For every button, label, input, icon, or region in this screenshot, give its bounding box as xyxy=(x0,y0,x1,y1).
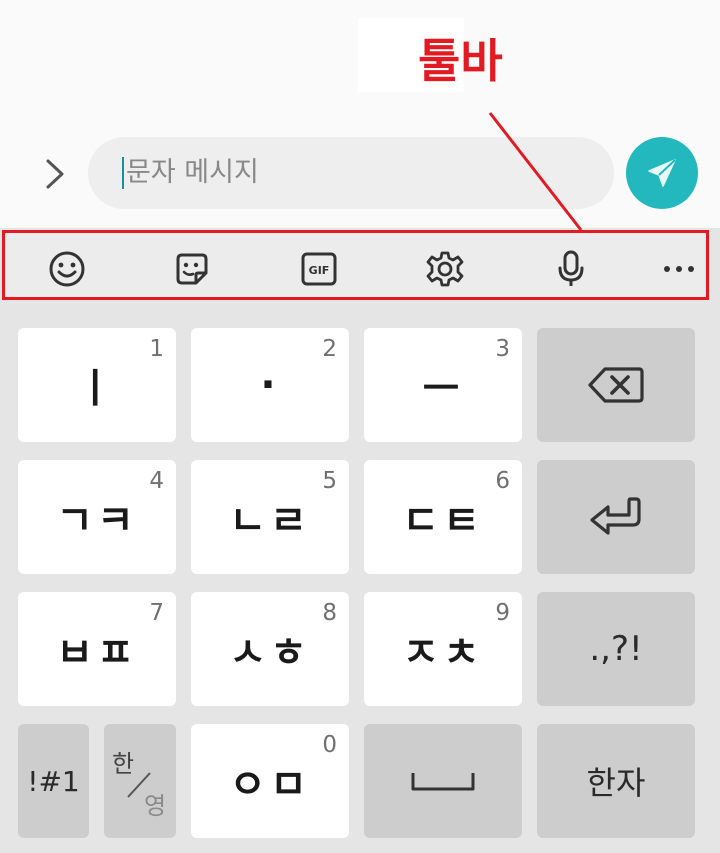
key-vowel-i[interactable]: ㅣ 1 xyxy=(18,328,176,442)
key-label: ㅂㅍ xyxy=(56,630,138,676)
text-caret xyxy=(122,157,124,189)
smiley-icon[interactable] xyxy=(47,249,87,289)
backspace-icon xyxy=(588,367,644,403)
key-label: .,?! xyxy=(589,629,643,669)
backspace-key[interactable] xyxy=(537,328,695,442)
key-number: 8 xyxy=(322,600,337,626)
key-number: 5 xyxy=(322,468,337,494)
language-switch-key[interactable]: 한 영 xyxy=(104,724,176,838)
key-consonant-g-k[interactable]: ㄱㅋ 4 xyxy=(18,460,176,574)
key-consonant-s-h[interactable]: ㅅㅎ 8 xyxy=(191,592,349,706)
space-key[interactable] xyxy=(364,724,522,838)
enter-icon xyxy=(590,497,641,535)
hanja-key[interactable]: 한자 xyxy=(537,724,695,838)
key-label: ㅅㅎ xyxy=(229,630,311,676)
language-secondary-label: 영 xyxy=(144,792,167,820)
key-label: ㅈㅊ xyxy=(402,630,484,676)
key-consonant-b-p[interactable]: ㅂㅍ 7 xyxy=(18,592,176,706)
send-button[interactable] xyxy=(626,137,698,209)
gear-icon[interactable] xyxy=(425,249,465,289)
microphone-icon[interactable] xyxy=(551,249,591,289)
key-consonant-ng-m[interactable]: ㅇㅁ 0 xyxy=(191,724,349,838)
key-label: !#1 xyxy=(27,764,80,798)
more-icon[interactable] xyxy=(659,249,699,289)
key-label: 한자 xyxy=(586,764,646,802)
key-label: ㄱㅋ xyxy=(56,498,138,544)
key-number: 9 xyxy=(495,600,510,626)
space-icon xyxy=(411,773,475,791)
key-label: · xyxy=(260,362,280,408)
sticker-icon[interactable] xyxy=(172,249,212,289)
message-placeholder: 문자 메시지 xyxy=(126,157,259,188)
key-number: 2 xyxy=(322,336,337,362)
key-number: 6 xyxy=(495,468,510,494)
key-label: ㅇㅁ xyxy=(229,762,311,808)
key-vowel-eu[interactable]: ㅡ 3 xyxy=(364,328,522,442)
toolbar-annotation-label: 툴바 xyxy=(418,34,503,88)
key-number: 0 xyxy=(322,732,337,758)
key-label: ㄷㅌ xyxy=(402,498,484,544)
keyboard-toolbar: GIF xyxy=(2,230,709,300)
key-label: ㅡ xyxy=(422,366,464,412)
enter-key[interactable] xyxy=(537,460,695,574)
key-vowel-dot[interactable]: · 2 xyxy=(191,328,349,442)
key-consonant-j-ch[interactable]: ㅈㅊ 9 xyxy=(364,592,522,706)
message-input[interactable]: 문자 메시지 xyxy=(88,137,614,209)
key-number: 1 xyxy=(149,336,164,362)
chevron-right-icon[interactable] xyxy=(40,157,70,191)
key-number: 7 xyxy=(149,600,164,626)
gif-icon[interactable]: GIF xyxy=(299,249,339,289)
key-label: ㅣ xyxy=(76,366,118,412)
key-number: 3 xyxy=(495,336,510,362)
punctuation-key[interactable]: .,?! xyxy=(537,592,695,706)
key-label: ㄴㄹ xyxy=(229,498,311,544)
send-icon xyxy=(648,159,676,187)
gif-icon-label: GIF xyxy=(309,264,330,277)
symbols-key[interactable]: !#1 xyxy=(18,724,89,838)
key-consonant-d-t[interactable]: ㄷㅌ 6 xyxy=(364,460,522,574)
key-consonant-n-r[interactable]: ㄴㄹ 5 xyxy=(191,460,349,574)
key-number: 4 xyxy=(149,468,164,494)
